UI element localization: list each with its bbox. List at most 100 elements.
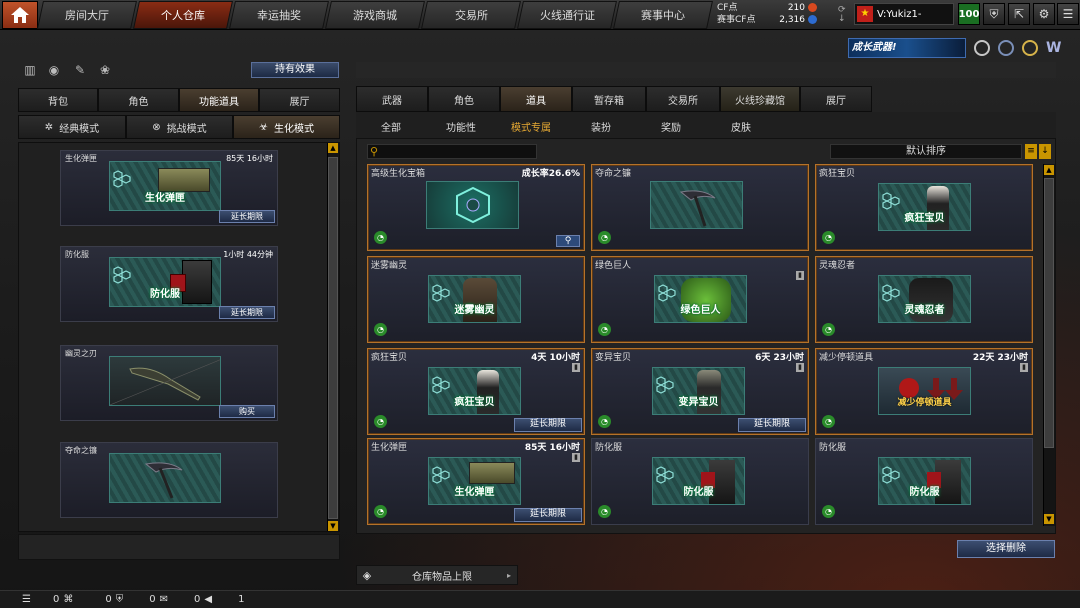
- item-card[interactable]: 高级生化宝箱 成长率26.6% ◔ ⚲: [367, 164, 585, 251]
- extend-button[interactable]: 延长期限: [219, 306, 275, 319]
- nav-tab-lottery[interactable]: 幸运抽奖: [229, 0, 329, 29]
- extend-button[interactable]: 延长期限: [738, 418, 806, 432]
- shield-icon[interactable]: ⛨: [983, 3, 1005, 25]
- item-card[interactable]: 灵魂忍者 灵魂忍者 ◔: [815, 256, 1033, 343]
- trash-icon[interactable]: ▮: [796, 271, 804, 280]
- nav-tab-lobby[interactable]: 房间大厅: [37, 0, 137, 29]
- tag-icon: ◔: [822, 323, 835, 336]
- storage-limit-bar[interactable]: ◈ 仓库物品上限 ▸: [356, 565, 518, 585]
- hold-effect-button[interactable]: 持有效果: [251, 62, 339, 78]
- tab-classic-mode[interactable]: ✲ 经典模式: [18, 115, 126, 139]
- cf-value: 210: [787, 3, 805, 13]
- chest-icon: [456, 186, 490, 224]
- trash-icon[interactable]: ▮: [1020, 363, 1028, 372]
- menu-icon[interactable]: ☰: [22, 594, 31, 605]
- right-header-strip: [356, 62, 1056, 78]
- refresh-icon[interactable]: ⟳ ↓: [838, 6, 846, 24]
- tab-backpack[interactable]: 背包: [18, 88, 98, 112]
- badge-icon[interactable]: [974, 40, 990, 56]
- stats-icon[interactable]: ▥: [22, 62, 38, 78]
- tab-items[interactable]: 道具: [500, 86, 572, 112]
- scroll-down-icon[interactable]: ▼: [1044, 514, 1054, 524]
- left-scroll-thumb[interactable]: [328, 157, 338, 519]
- tab-showroom[interactable]: 展厅: [259, 88, 340, 112]
- trash-icon[interactable]: ▮: [796, 363, 804, 372]
- settings-icon[interactable]: ☰: [1057, 3, 1079, 25]
- badge-icon-2[interactable]: [998, 40, 1014, 56]
- spray-icon[interactable]: ✎: [72, 62, 88, 78]
- item-art: 变异宝贝: [652, 367, 745, 415]
- promo-banner[interactable]: 成长武器!: [848, 38, 966, 58]
- extend-button[interactable]: 延长期限: [219, 210, 275, 223]
- item-card[interactable]: 减少停顿道具 22天 23小时 ▮ 减少停顿道具 ◔: [815, 348, 1033, 435]
- item-card[interactable]: 防化服 防化服 ◔: [815, 438, 1033, 525]
- item-card[interactable]: 生化弹匣 85天 16小时 ▮ 生化弹匣 ◔ 延长期限: [367, 438, 585, 525]
- list-item[interactable]: 防化服 1小时 44分钟 防化服 延长期限: [60, 246, 278, 322]
- home-button[interactable]: [2, 0, 38, 29]
- search-input[interactable]: ⚲: [367, 144, 537, 159]
- nav-tab-exchange[interactable]: 交易所: [421, 0, 521, 29]
- v-logo-icon[interactable]: W: [1046, 40, 1061, 56]
- trash-icon[interactable]: ▮: [572, 363, 580, 372]
- gear-icon[interactable]: ⚙: [1033, 3, 1055, 25]
- tab-characters[interactable]: 角色: [428, 86, 500, 112]
- sort-direction-icon[interactable]: ↓: [1039, 144, 1051, 159]
- tab-character[interactable]: 角色: [98, 88, 179, 112]
- scroll-down-icon[interactable]: ▼: [328, 521, 338, 531]
- scroll-up-icon[interactable]: ▲: [328, 143, 338, 153]
- list-item[interactable]: 幽灵之刃 购买: [60, 345, 278, 421]
- chevron-right-icon: ▸: [507, 570, 512, 580]
- bottom-stat-4: 0 ◀: [193, 594, 213, 605]
- filter-functional[interactable]: 功能性: [426, 119, 496, 134]
- filter-skin[interactable]: 皮肤: [706, 119, 776, 134]
- tab-temp-box[interactable]: 暂存箱: [572, 86, 646, 112]
- exit-icon[interactable]: ⇱: [1008, 3, 1030, 25]
- item-card[interactable]: 变异宝贝 6天 23小时 ▮ 变异宝贝 ◔ 延长期限: [591, 348, 809, 435]
- item-card[interactable]: 疯狂宝贝 疯狂宝贝 ◔: [815, 164, 1033, 251]
- scroll-up-icon[interactable]: ▲: [1044, 165, 1054, 175]
- trash-icon[interactable]: ▮: [572, 453, 580, 462]
- list-item[interactable]: 夺命之镰: [60, 442, 278, 518]
- tab-exchange[interactable]: 交易所: [646, 86, 720, 112]
- item-card[interactable]: 绿色巨人 ▮ 绿色巨人 ◔: [591, 256, 809, 343]
- user-box[interactable]: ★ V:Yukiz1-: [854, 3, 954, 25]
- extend-button[interactable]: 延长期限: [514, 508, 582, 522]
- item-card[interactable]: 防化服 防化服 ◔: [591, 438, 809, 525]
- chat-icon[interactable]: ✉: [160, 594, 168, 605]
- tab-weapons[interactable]: 武器: [356, 86, 428, 112]
- nav-tab-mall[interactable]: 游戏商城: [325, 0, 425, 29]
- list-item[interactable]: 生化弹匣 85天 16小时 生化弹匣 延长期限: [60, 150, 278, 226]
- filter-all[interactable]: 全部: [356, 119, 426, 134]
- filter-mode-exclusive[interactable]: 模式专属: [496, 119, 566, 134]
- tab-function-items[interactable]: 功能道具: [179, 88, 259, 112]
- filter-cosmetic[interactable]: 装扮: [566, 119, 636, 134]
- list-view-icon[interactable]: ≡: [1025, 144, 1037, 159]
- tab-bio-mode[interactable]: ☣ 生化模式: [233, 115, 340, 139]
- binoculars-icon[interactable]: ⌘: [63, 594, 73, 605]
- tab-challenge-mode[interactable]: ⊗ 挑战模式: [126, 115, 233, 139]
- nav-tab-battlepass[interactable]: 火线通行证: [517, 0, 617, 29]
- bag-icon[interactable]: ❀: [97, 62, 113, 78]
- filter-row: 全部 功能性 模式专属 装扮 奖励 皮肤: [356, 119, 776, 134]
- select-delete-button[interactable]: 选择删除: [957, 540, 1055, 558]
- tab-collection[interactable]: 火线珍藏馆: [720, 86, 800, 112]
- search-icon[interactable]: ⚲: [556, 235, 580, 247]
- tab-showroom-right[interactable]: 展厅: [800, 86, 872, 112]
- hexagon-icon: [658, 284, 676, 302]
- badge-icon-3[interactable]: [1022, 40, 1038, 56]
- eye-icon[interactable]: ◉: [46, 62, 62, 78]
- layers-icon: ◈: [362, 568, 372, 582]
- item-card[interactable]: 疯狂宝贝 4天 10小时 ▮ 疯狂宝贝 ◔ 延长期限: [367, 348, 585, 435]
- buy-button[interactable]: 购买: [219, 405, 275, 418]
- item-card[interactable]: 夺命之镰 ◔: [591, 164, 809, 251]
- filter-reward[interactable]: 奖励: [636, 119, 706, 134]
- right-scroll-thumb[interactable]: [1044, 178, 1054, 448]
- bottom-stat-1: 0 ⌘: [52, 594, 74, 605]
- shield-small-icon[interactable]: ⛨: [116, 594, 124, 605]
- nav-tab-warehouse[interactable]: 个人仓库: [133, 0, 233, 29]
- speaker-icon[interactable]: ◀: [204, 594, 212, 605]
- sort-dropdown[interactable]: 默认排序: [830, 144, 1022, 159]
- extend-button[interactable]: 延长期限: [514, 418, 582, 432]
- item-card[interactable]: 迷雾幽灵 迷雾幽灵 ◔: [367, 256, 585, 343]
- nav-tab-events[interactable]: 赛事中心: [613, 0, 713, 29]
